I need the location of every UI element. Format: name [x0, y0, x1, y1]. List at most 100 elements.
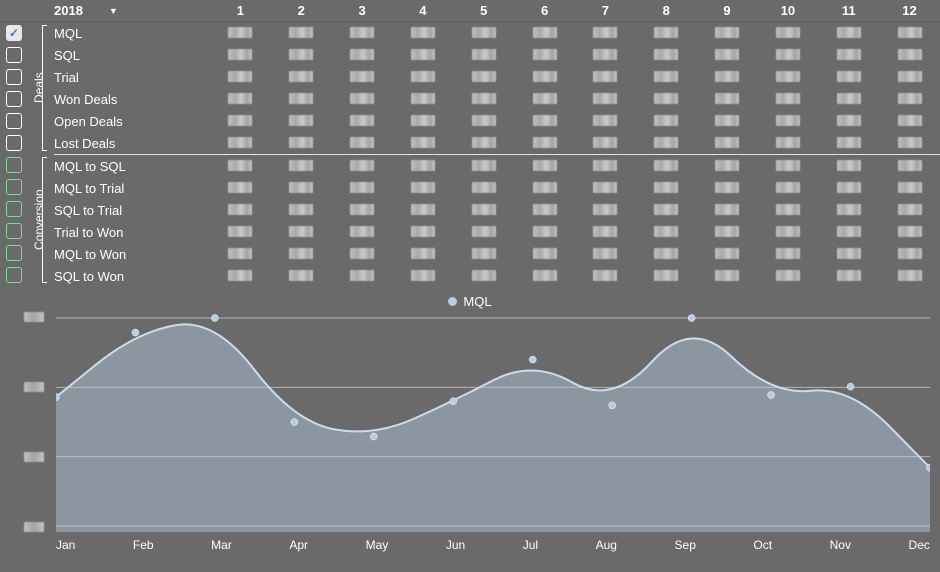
cell-obscured [332, 225, 393, 240]
checkbox-trial-to-won[interactable] [6, 223, 22, 239]
cell-obscured [210, 247, 271, 262]
cell-obscured [697, 203, 758, 218]
cell-obscured [392, 225, 453, 240]
cell-obscured [332, 203, 393, 218]
cell-obscured [332, 26, 393, 41]
table-row: MQL to SQL [50, 155, 940, 177]
cell-obscured [636, 114, 697, 129]
cell-obscured [210, 225, 271, 240]
checkbox-column: ✓ [0, 22, 28, 287]
checkbox-open-deals[interactable] [6, 113, 22, 129]
cell-obscured [210, 48, 271, 63]
cell-obscured [879, 181, 940, 196]
cell-obscured [453, 225, 514, 240]
cell-obscured [879, 92, 940, 107]
cell-obscured [392, 48, 453, 63]
cell-obscured [697, 48, 758, 63]
cell-obscured [636, 225, 697, 240]
cell-obscured [818, 26, 879, 41]
x-tick-label: Mar [211, 538, 232, 552]
cell-obscured [575, 159, 636, 174]
col-header: 3 [332, 3, 393, 18]
cell-obscured [636, 136, 697, 151]
cell-obscured [879, 225, 940, 240]
cell-obscured [210, 114, 271, 129]
cell-obscured [271, 136, 332, 151]
legend-dot-icon [448, 297, 457, 306]
x-tick-label: May [366, 538, 389, 552]
cell-obscured [392, 70, 453, 85]
cell-obscured [879, 26, 940, 41]
cell-obscured [636, 159, 697, 174]
cell-obscured [697, 70, 758, 85]
checkbox-sql[interactable] [6, 47, 22, 63]
x-tick-label: Feb [133, 538, 154, 552]
cell-obscured [271, 92, 332, 107]
checkbox-trial[interactable] [6, 69, 22, 85]
cell-obscured [757, 48, 818, 63]
cell-obscured [697, 92, 758, 107]
checkbox-sql-to-trial[interactable] [6, 201, 22, 217]
year-label: 2018 [54, 3, 83, 18]
cell-obscured [575, 203, 636, 218]
cell-obscured [697, 114, 758, 129]
x-tick-label: Oct [753, 538, 772, 552]
cell-obscured [575, 48, 636, 63]
metric-label: SQL to Trial [50, 203, 210, 218]
checkbox-won-deals[interactable] [6, 91, 22, 107]
cell-obscured [757, 181, 818, 196]
line-chart [56, 312, 930, 532]
checkbox-mql-to-won[interactable] [6, 245, 22, 261]
metric-label: MQL to SQL [50, 159, 210, 174]
table-row: SQL to Won [50, 265, 940, 287]
cell-obscured [392, 181, 453, 196]
cell-obscured [575, 225, 636, 240]
cell-obscured [271, 26, 332, 41]
cell-obscured [453, 26, 514, 41]
checkbox-mql-to-sql[interactable] [6, 157, 22, 173]
col-header: 5 [453, 3, 514, 18]
cell-obscured [757, 159, 818, 174]
cell-obscured [818, 48, 879, 63]
checkbox-mql[interactable]: ✓ [6, 25, 22, 41]
cell-obscured [818, 70, 879, 85]
cell-obscured [879, 114, 940, 129]
cell-obscured [879, 269, 940, 284]
cell-obscured [879, 48, 940, 63]
table-row: MQL [50, 22, 940, 44]
x-tick-label: Aug [596, 538, 617, 552]
cell-obscured [697, 159, 758, 174]
metric-label: MQL [50, 26, 210, 41]
cell-obscured [697, 181, 758, 196]
cell-obscured [757, 203, 818, 218]
cell-obscured [818, 225, 879, 240]
cell-obscured [575, 114, 636, 129]
cell-obscured [453, 70, 514, 85]
x-tick-label: Jun [446, 538, 465, 552]
cell-obscured [879, 247, 940, 262]
table-row: Open Deals [50, 110, 940, 132]
cell-obscured [514, 136, 575, 151]
checkbox-sql-to-won[interactable] [6, 267, 22, 283]
cell-obscured [392, 136, 453, 151]
cell-obscured [879, 203, 940, 218]
cell-obscured [636, 247, 697, 262]
cell-obscured [392, 269, 453, 284]
cell-obscured [332, 247, 393, 262]
cell-obscured [332, 114, 393, 129]
cell-obscured [392, 247, 453, 262]
group-column: Deals Conversion [28, 22, 50, 287]
cell-obscured [636, 269, 697, 284]
cell-obscured [757, 225, 818, 240]
cell-obscured [757, 26, 818, 41]
cell-obscured [879, 136, 940, 151]
checkbox-lost-deals[interactable] [6, 135, 22, 151]
col-header: 4 [392, 3, 453, 18]
year-dropdown[interactable]: 2018 ▼ [50, 3, 210, 18]
checkbox-mql-to-trial[interactable] [6, 179, 22, 195]
cell-obscured [332, 136, 393, 151]
cell-obscured [271, 247, 332, 262]
y-axis-labels [24, 312, 50, 532]
cell-obscured [514, 269, 575, 284]
cell-obscured [453, 136, 514, 151]
